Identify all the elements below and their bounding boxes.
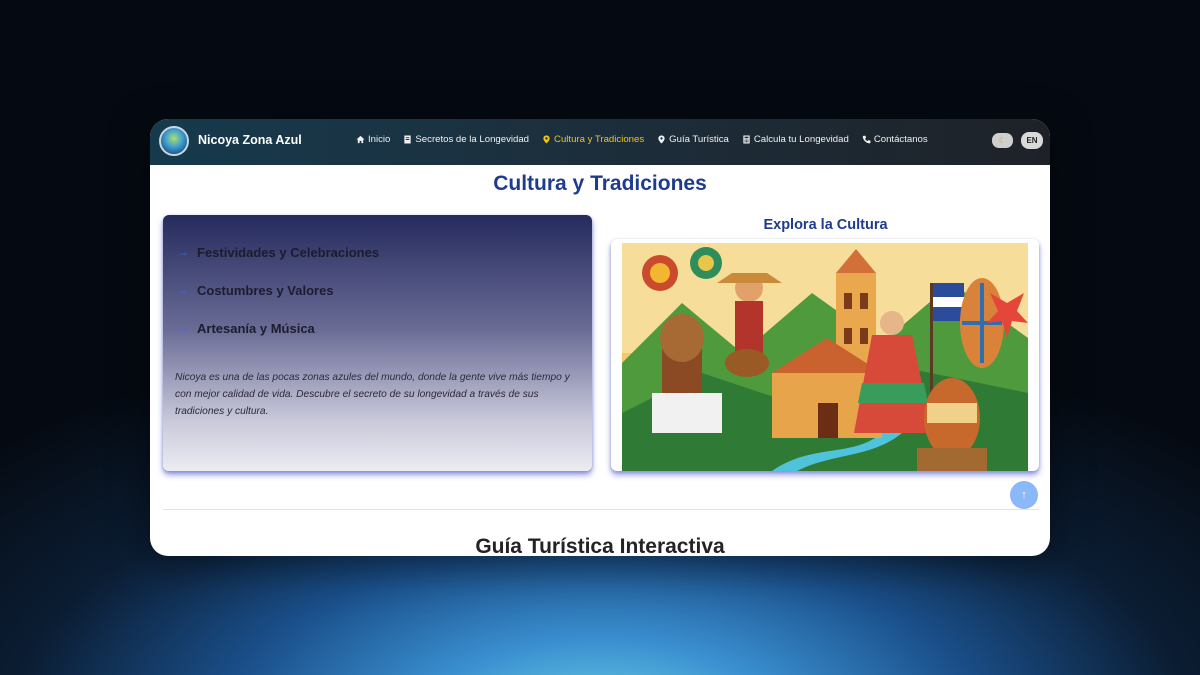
nav-item-label: Calcula tu Longevidad xyxy=(753,134,849,145)
guide-section-title: Guía Turística Interactiva xyxy=(475,535,725,556)
arrow-up-icon: ↑ xyxy=(1021,489,1027,501)
nav-item-guia[interactable]: Guía Turística xyxy=(657,134,729,145)
theme-toggle[interactable]: ☾ xyxy=(992,133,1013,148)
nav-item-cultura[interactable]: Cultura y Tradiciones xyxy=(542,134,644,145)
nav-item-label: Secretos de la Longevidad xyxy=(415,134,530,145)
culture-panel: → Festividades y Celebraciones → Costumb… xyxy=(163,215,592,471)
list-item-artesania[interactable]: → Artesanía y Música xyxy=(177,318,379,338)
nav-menu: Inicio Secretos de la Longevidad Cultura… xyxy=(356,134,928,145)
list-item-label: Festividades y Celebraciones xyxy=(197,244,380,260)
site-logo[interactable] xyxy=(159,126,189,156)
nav-item-label: Contáctanos xyxy=(873,134,928,145)
list-item-festividades[interactable]: → Festividades y Celebraciones xyxy=(177,242,379,262)
culture-description: Nicoya es una de las pocas zonas azules … xyxy=(175,372,570,417)
book-icon xyxy=(403,135,412,144)
nav-item-inicio[interactable]: Inicio xyxy=(356,134,390,145)
arrow-right-icon: → xyxy=(177,245,189,259)
culture-image-card xyxy=(611,239,1039,471)
culture-list: → Festividades y Celebraciones → Costumb… xyxy=(177,242,379,356)
nav-item-label: Cultura y Tradiciones xyxy=(554,134,645,145)
nav-item-calcula[interactable]: Calcula tu Longevidad xyxy=(742,134,849,145)
nav-item-secretos[interactable]: Secretos de la Longevidad xyxy=(403,134,529,145)
home-icon xyxy=(356,135,365,144)
phone-icon xyxy=(862,135,871,144)
scroll-to-top-button[interactable]: ↑ xyxy=(1010,481,1038,509)
arrow-right-icon: → xyxy=(177,321,189,335)
map-pin-icon xyxy=(657,135,665,144)
arrow-right-icon: → xyxy=(177,283,189,297)
map-pin-icon xyxy=(542,135,550,144)
list-item-label: Costumbres y Valores xyxy=(197,282,334,298)
culture-illustration xyxy=(622,243,1028,471)
nav-item-label: Guía Turística xyxy=(669,134,729,145)
brand-name[interactable]: Nicoya Zona Azul xyxy=(198,133,302,147)
browser-frame: Nicoya Zona Azul Inicio Secretos de la L… xyxy=(150,119,1050,556)
language-toggle[interactable]: EN xyxy=(1021,132,1043,149)
explore-title: Explora la Cultura xyxy=(763,217,888,233)
nav-item-label: Inicio xyxy=(368,134,391,145)
list-item-costumbres[interactable]: → Costumbres y Valores xyxy=(177,280,379,300)
nav-item-contacto[interactable]: Contáctanos xyxy=(862,134,928,145)
section-divider xyxy=(163,509,1039,510)
moon-icon: ☾ xyxy=(998,136,1007,145)
navbar: Nicoya Zona Azul Inicio Secretos de la L… xyxy=(150,119,1050,165)
calculator-icon xyxy=(742,135,750,144)
page-title: Cultura y Tradiciones xyxy=(493,172,707,195)
list-item-label: Artesanía y Música xyxy=(197,320,315,336)
